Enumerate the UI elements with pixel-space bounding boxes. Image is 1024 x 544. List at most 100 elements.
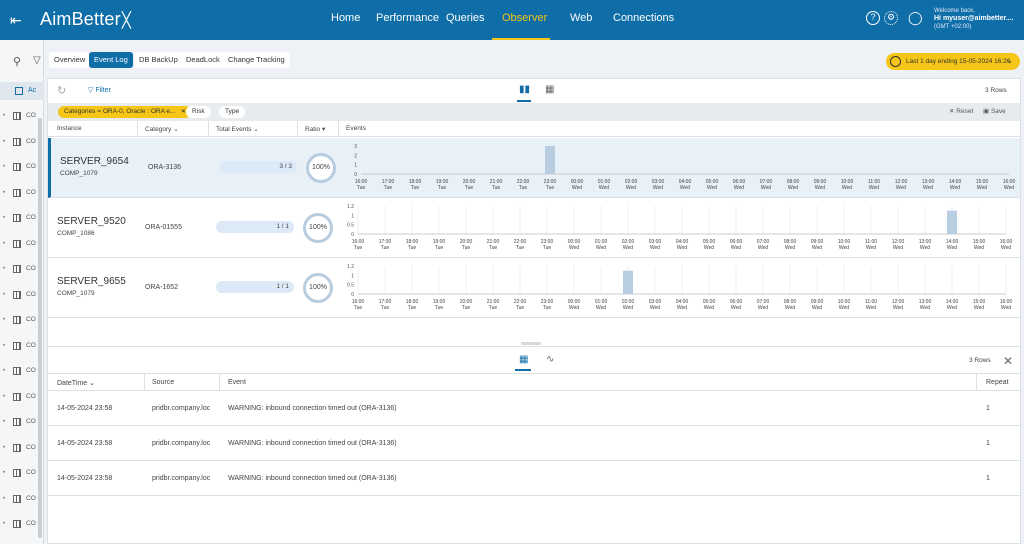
chevron-down-icon: ⌄ (253, 126, 259, 133)
tab-deadlock[interactable]: DeadLock (181, 52, 225, 68)
nav-queries[interactable]: Queries (446, 12, 485, 24)
x-tick-day: Wed (758, 245, 768, 251)
splitter-grip[interactable] (521, 342, 541, 345)
header-ratio[interactable]: Ratio ▾ (305, 125, 325, 133)
time-range-selector[interactable]: Last 1 day ending 15-05-2024 16:26 ⌄ (886, 53, 1020, 70)
menu-collapse-icon[interactable]: ⇤ (10, 12, 22, 29)
chevron-right-icon[interactable]: ▸ (3, 393, 6, 399)
chart-view-icon[interactable]: ∿ (546, 354, 554, 365)
instance-name[interactable]: SERVER_9655 (57, 276, 126, 287)
help-icon[interactable]: ? (866, 11, 880, 25)
chip-type[interactable]: Type (219, 106, 246, 118)
table-view-icon[interactable]: ▦ (545, 84, 554, 95)
x-tick-day: Wed (572, 185, 582, 191)
event-bar[interactable] (947, 210, 957, 234)
sidebar-item-label: CO (26, 341, 36, 349)
log-datetime: 14-05-2024 23:58 (57, 405, 113, 412)
save-button[interactable]: ▣ Save (983, 107, 1006, 115)
chevron-right-icon[interactable]: ▸ (3, 240, 6, 246)
chevron-right-icon[interactable]: ▸ (3, 214, 6, 220)
nav-observer[interactable]: Observer (502, 12, 547, 24)
tab-db-backup[interactable]: DB BackUp (134, 52, 183, 68)
grid-icon (13, 316, 21, 324)
chevron-right-icon[interactable]: ▸ (3, 495, 6, 501)
header-category[interactable]: Category ⌄ (145, 125, 179, 133)
x-tick-day: Tue (516, 245, 525, 251)
x-tick-day: Wed (677, 305, 687, 311)
header-event[interactable]: Event (228, 379, 246, 386)
log-row[interactable]: 14-05-2024 23:58 pridbr.company.loc WARNIN… (48, 391, 1020, 426)
header-total-events[interactable]: Total Events ⌄ (216, 125, 259, 133)
x-tick-day: Wed (839, 245, 849, 251)
close-icon[interactable]: × (181, 108, 185, 115)
chevron-right-icon[interactable]: ▸ (3, 520, 6, 526)
x-tick-day: Wed (650, 305, 660, 311)
table-row[interactable]: SERVER_9654 COMP_1079 ORA-3136 3 / 3 100% 3 2 1… (48, 138, 1020, 198)
table-row[interactable]: SERVER_9655 COMP_1079 ORA-1652 1 / 1 100% 1.2… (48, 258, 1020, 318)
settings-icon[interactable]: ⚙ (884, 11, 898, 25)
log-row[interactable]: 14-05-2024 23:58 pridbr.company.loc WARNIN… (48, 426, 1020, 461)
column-divider (338, 121, 339, 137)
table-view-icon[interactable]: ▦ (519, 354, 528, 365)
refresh-icon[interactable]: ↻ (57, 84, 66, 97)
event-bar[interactable] (545, 146, 555, 174)
chevron-right-icon[interactable]: ▸ (3, 138, 6, 144)
log-source: pridbr.company.loc (152, 405, 211, 412)
header-datetime[interactable]: DateTime ⌄ (57, 379, 95, 387)
filter-button[interactable]: ▽ Filter (88, 86, 111, 94)
header-instance[interactable]: Instance (57, 125, 82, 132)
logo-text: AimBetter (40, 9, 121, 29)
chevron-right-icon[interactable]: ▸ (3, 367, 6, 373)
chevron-right-icon[interactable]: ▸ (3, 418, 6, 424)
chevron-right-icon[interactable]: ▸ (3, 112, 6, 118)
header-source[interactable]: Source (152, 379, 174, 386)
x-tick-day: Wed (623, 305, 633, 311)
table-row[interactable]: SERVER_9520 COMP_1086 ORA-01555 1 / 1 100% 1.… (48, 198, 1020, 258)
sidebar-active-item[interactable]: Ac (0, 82, 44, 100)
user-name: Hi myuser@aimbetter.... (934, 15, 1014, 22)
filter-icon[interactable]: ▽ (33, 55, 41, 66)
company-name: COMP_1086 (57, 230, 95, 237)
sidebar-scrollbar[interactable] (38, 118, 42, 538)
chevron-right-icon[interactable]: ▸ (3, 444, 6, 450)
search-icon[interactable]: ⚲ (13, 55, 21, 68)
user-icon[interactable]: ◯ (908, 10, 923, 26)
chevron-right-icon[interactable]: ▸ (3, 342, 6, 348)
chevron-right-icon[interactable]: ▸ (3, 291, 6, 297)
instance-name[interactable]: SERVER_9520 (57, 216, 126, 227)
user-info[interactable]: Welcome back, Hi myuser@aimbetter.... (G… (934, 7, 1014, 31)
x-tick-day: Wed (653, 185, 663, 191)
nav-performance[interactable]: Performance (376, 12, 439, 24)
header-ratio-label: Ratio (305, 126, 321, 133)
chevron-right-icon[interactable]: ▸ (3, 469, 6, 475)
reset-button[interactable]: ✕ Reset (949, 107, 973, 115)
chevron-right-icon[interactable]: ▸ (3, 265, 6, 271)
chip-risk[interactable]: Risk (186, 106, 211, 118)
close-icon[interactable]: ✕ (1003, 354, 1013, 368)
chart-view-icon[interactable]: ▮▮ (516, 84, 532, 102)
chevron-right-icon[interactable]: ▸ (3, 163, 6, 169)
instance-name[interactable]: SERVER_9654 (60, 156, 129, 167)
x-tick-day: Wed (707, 185, 717, 191)
tab-change-tracking[interactable]: Change Tracking (223, 52, 290, 68)
nav-web[interactable]: Web (570, 12, 592, 24)
x-tick-day: Wed (704, 305, 714, 311)
chevron-right-icon[interactable]: ▸ (3, 189, 6, 195)
tab-overview[interactable]: Overview (49, 52, 91, 68)
logo-mark-icon: ╳ (121, 12, 132, 29)
sidebar-item-label: CO (26, 163, 36, 170)
event-bar[interactable] (623, 270, 633, 294)
grid-icon (15, 87, 23, 95)
main-content: Overview Event Log DB BackUp DeadLock Ch… (47, 44, 1021, 544)
log-row[interactable]: 14-05-2024 23:58 pridbr.company.loc WARNIN… (48, 461, 1020, 496)
tab-event-log[interactable]: Event Log (89, 52, 133, 68)
chip-categories[interactable]: Categories = ORA-0, Oracle : ORA e... × (58, 106, 192, 118)
nav-home[interactable]: Home (331, 12, 360, 24)
x-tick-day: Tue (408, 245, 417, 251)
sidebar-item-label: CO (26, 188, 36, 196)
x-tick-day: Tue (411, 185, 420, 191)
chevron-right-icon[interactable]: ▸ (3, 316, 6, 322)
nav-connections[interactable]: Connections (613, 12, 674, 24)
header-repeat[interactable]: Repeat (986, 379, 1009, 386)
logo[interactable]: AimBetter╳ (40, 9, 131, 30)
